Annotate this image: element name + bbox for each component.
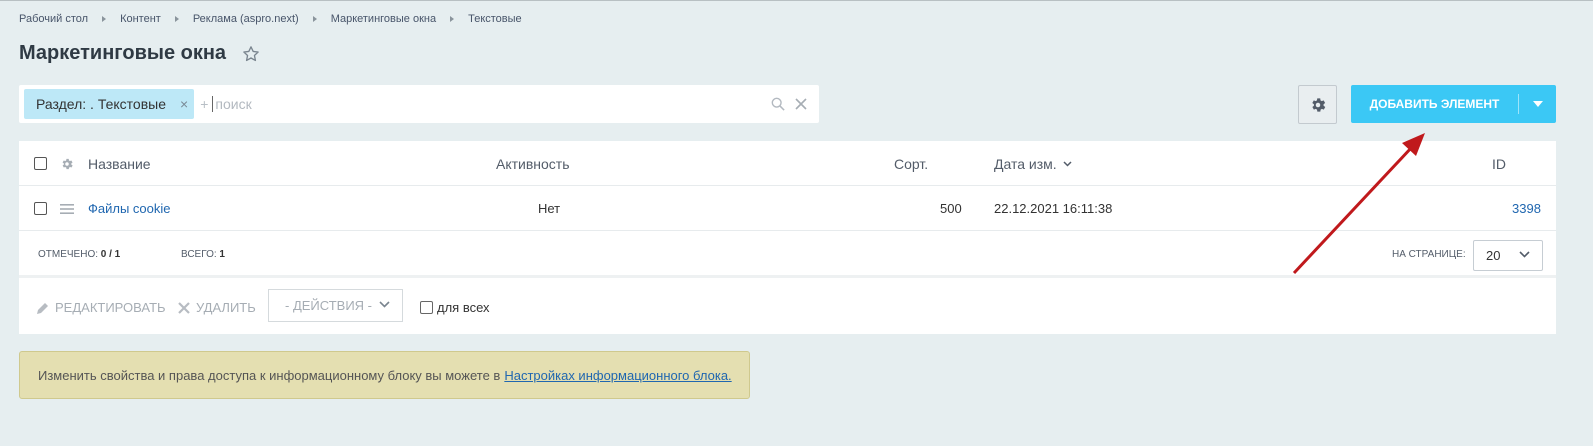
grid-footer: ОТМЕЧЕНО: 0 / 1 ВСЕГО: 1 НА СТРАНИЦЕ: 20 — [19, 231, 1556, 278]
search-input[interactable] — [212, 96, 771, 112]
chevron-right-icon — [312, 16, 317, 22]
for-all-label: для всех — [437, 300, 490, 315]
add-element-menu-toggle[interactable] — [1519, 101, 1556, 107]
pencil-icon — [37, 302, 48, 314]
star-icon[interactable] — [242, 45, 260, 63]
breadcrumb-item-ads[interactable]: Реклама (aspro.next) — [193, 13, 299, 25]
hamburger-icon[interactable] — [60, 203, 74, 215]
row-checkbox[interactable] — [34, 202, 47, 215]
delete-label: УДАЛИТЬ — [196, 300, 256, 315]
elements-grid: Название Активность Сорт. Дата изм. ID Ф… — [19, 141, 1556, 334]
total-counter: ВСЕГО: 1 — [181, 231, 225, 278]
info-text: Изменить свойства и права доступа к инфо… — [38, 367, 501, 383]
chevron-right-icon — [102, 16, 107, 22]
add-element-button[interactable]: ДОБАВИТЬ ЭЛЕМЕНТ — [1351, 85, 1556, 123]
chevron-right-icon — [174, 16, 179, 22]
selected-value: 0 / 1 — [100, 249, 121, 260]
row-date: 22.12.2021 16:11:38 — [994, 201, 1113, 216]
info-notice: Изменить свойства и права доступа к инфо… — [19, 351, 750, 399]
page-title-row: Маркетинговые окна — [19, 42, 260, 65]
total-value: 1 — [219, 249, 225, 260]
breadcrumb-item-marketing[interactable]: Маркетинговые окна — [331, 13, 436, 25]
row-activity: Нет — [538, 201, 561, 216]
caret-down-icon — [1532, 101, 1543, 107]
column-header-date-label: Дата изм. — [994, 155, 1057, 172]
chevron-right-icon — [450, 16, 455, 22]
column-header-id[interactable]: ID — [1492, 141, 1506, 186]
filter-bar[interactable]: Раздел: . Текстовые × + — [19, 85, 819, 123]
selected-counter: ОТМЕЧЕНО: 0 / 1 — [38, 231, 120, 278]
gear-icon[interactable] — [60, 157, 74, 171]
group-actions-value: - ДЕЙСТВИЯ - — [285, 298, 373, 313]
per-page-select[interactable]: 20 — [1473, 240, 1543, 271]
breadcrumb-item-desktop[interactable]: Рабочий стол — [19, 13, 88, 25]
settings-button[interactable] — [1298, 85, 1337, 124]
table-row[interactable]: Файлы cookie Нет 500 22.12.2021 16:11:38… — [19, 186, 1556, 231]
column-header-activity[interactable]: Активность — [496, 141, 570, 186]
row-checkbox-cell[interactable] — [34, 186, 47, 231]
close-icon[interactable]: × — [180, 96, 188, 112]
close-icon — [178, 301, 190, 314]
column-settings[interactable] — [60, 141, 74, 186]
delete-action[interactable]: УДАЛИТЬ — [178, 281, 256, 334]
chevron-down-icon — [379, 301, 390, 308]
breadcrumb: Рабочий стол Контент Реклама (aspro.next… — [19, 13, 522, 25]
search-icon[interactable] — [771, 97, 785, 111]
select-all-checkbox[interactable] — [34, 157, 47, 170]
per-page-value: 20 — [1486, 248, 1501, 263]
edit-label: РЕДАКТИРОВАТЬ — [55, 300, 166, 315]
column-header-name[interactable]: Название — [88, 141, 151, 186]
chevron-down-icon — [1519, 251, 1530, 258]
row-menu[interactable] — [60, 186, 74, 231]
sort-desc-icon — [1063, 160, 1072, 167]
filter-add-icon[interactable]: + — [200, 96, 208, 112]
row-sort: 500 — [940, 201, 962, 216]
group-actions-select[interactable]: - ДЕЙСТВИЯ - — [268, 289, 403, 322]
add-element-label: ДОБАВИТЬ ЭЛЕМЕНТ — [1369, 97, 1500, 111]
clear-icon[interactable] — [795, 98, 807, 110]
for-all-checkbox[interactable] — [420, 301, 433, 314]
iblock-settings-link[interactable]: Настройках информационного блока. — [504, 368, 731, 383]
for-all-option[interactable]: для всех — [420, 281, 490, 334]
select-all-checkbox-cell[interactable] — [34, 141, 47, 186]
edit-action[interactable]: РЕДАКТИРОВАТЬ — [36, 281, 166, 334]
gear-icon — [1311, 97, 1325, 112]
row-id-link[interactable]: 3398 — [1512, 186, 1541, 231]
page-title: Маркетинговые окна — [19, 42, 227, 64]
column-header-date[interactable]: Дата изм. — [994, 141, 1072, 186]
per-page-label: НА СТРАНИЦЕ: — [1392, 249, 1466, 260]
filter-tag-section[interactable]: Раздел: . Текстовые × — [24, 89, 195, 119]
filter-tag-label: Раздел: . Текстовые — [36, 96, 166, 112]
row-name-link[interactable]: Файлы cookie — [88, 186, 171, 231]
actions-bar: РЕДАКТИРОВАТЬ УДАЛИТЬ - ДЕЙСТВИЯ - для в… — [19, 281, 1556, 334]
total-label: ВСЕГО: — [181, 249, 217, 260]
selected-label: ОТМЕЧЕНО: — [38, 249, 98, 260]
breadcrumb-item-content[interactable]: Контент — [120, 13, 161, 25]
column-header-sort[interactable]: Сорт. — [894, 141, 928, 186]
breadcrumb-item-text[interactable]: Текстовые — [468, 13, 522, 25]
grid-header: Название Активность Сорт. Дата изм. ID — [19, 141, 1556, 186]
